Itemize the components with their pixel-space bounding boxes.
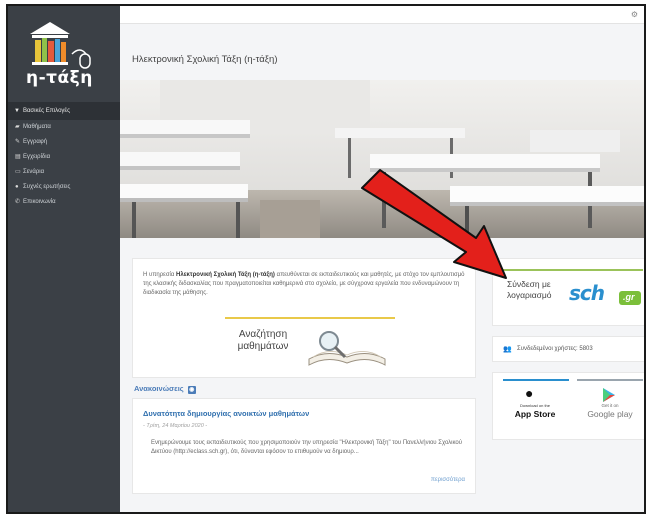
graduation-cap-icon: ▰ [15, 124, 20, 130]
intro-text-prefix: Η υπηρεσία [143, 272, 177, 278]
page-title: Ηλεκτρονική Σχολική Τάξη (η-τάξη) [132, 54, 278, 65]
announcements-heading: Ανακοινώσεις ◉ [134, 384, 196, 394]
announcement-card: Δυνατότητα δημιουργίας ανοικτών μαθημάτω… [132, 398, 476, 494]
users-icon: 👥 [503, 346, 512, 353]
announcement-body: Ενημερώνουμε τους εκπαιδευτικούς που χρη… [151, 440, 463, 455]
question-icon: ● [15, 184, 19, 190]
annotation-arrow-icon [361, 169, 507, 279]
announcement-date: - Τρίτη, 24 Μαρτίου 2020 - [143, 423, 208, 429]
sidebar-item-register[interactable]: ✎ Εγγραφή [8, 135, 120, 150]
phone-icon: ✆ [15, 199, 21, 205]
google-play-link[interactable]: Google play [581, 409, 639, 419]
sch-gr-logo: .gr [619, 291, 641, 305]
app-stores-card: ● Download on the App Store Get it on Go… [492, 372, 644, 440]
book-magnifier-icon [308, 331, 386, 366]
sidebar-header-label: Βασικές Επιλογές [22, 108, 70, 114]
online-users-count: Συνδεδεμένοι χρήστες: 5803 [517, 346, 593, 352]
sidebar-item-label: Επικοινωνία [23, 199, 56, 205]
app-store-divider [503, 379, 569, 381]
sch-gr-text: .gr [623, 292, 635, 302]
card-icon: ▭ [15, 169, 21, 175]
sidebar-item-scenarios[interactable]: ▭ Σενάρια [8, 165, 120, 180]
logo[interactable]: η-τάξη [8, 6, 120, 102]
course-search-banner[interactable]: Αναζήτηση μαθημάτων [225, 317, 395, 373]
read-more-link[interactable]: περισσότερα [431, 477, 465, 483]
sidebar-item-courses[interactable]: ▰ Μαθήματα [8, 120, 120, 135]
announcement-title[interactable]: Δυνατότητα δημιουργίας ανοικτών μαθημάτω… [143, 409, 309, 418]
sidebar-item-contact[interactable]: ✆ Επικοινωνία [8, 195, 120, 210]
google-play-small-text[interactable]: Get it on [581, 403, 639, 408]
title-bar: Ηλεκτρονική Σχολική Τάξη (η-τάξη) [120, 24, 644, 80]
app-store-small-text[interactable]: Download on the [507, 403, 563, 408]
browser-frame: η-τάξη ▼ Βασικές Επιλογές ▰ Μαθήματα ✎ Εγγρ… [6, 4, 646, 514]
logo-books-icon [30, 22, 91, 69]
sidebar-header[interactable]: ▼ Βασικές Επιλογές [8, 102, 120, 120]
search-banner-label: Αναζήτηση μαθημάτων [237, 329, 289, 352]
sidebar-item-faq[interactable]: ● Συχνές ερωτήσεις [8, 180, 120, 195]
login-divider [503, 269, 643, 271]
google-play-icon[interactable] [601, 387, 617, 403]
intro-text-bold: Ηλεκτρονική Σχολική Τάξη (η-τάξη) [176, 272, 275, 278]
sidebar-item-label: Σενάρια [23, 169, 45, 175]
topbar: ⚙ [120, 6, 644, 24]
sch-login-card[interactable]: Σύνδεση με λογαριασμό sch .gr [492, 258, 644, 326]
rss-icon[interactable]: ◉ [187, 386, 196, 394]
manual-icon: ▤ [15, 154, 21, 160]
sidebar-item-label: Εγχειρίδια [23, 154, 51, 160]
app-store-link[interactable]: App Store [507, 409, 563, 419]
search-banner-divider [225, 317, 395, 319]
online-users-card: 👥 Συνδεδεμένοι χρήστες: 5803 [492, 336, 644, 362]
sidebar: η-τάξη ▼ Βασικές Επιλογές ▰ Μαθήματα ✎ Εγγρ… [8, 6, 120, 512]
sidebar-item-label: Εγγραφή [23, 139, 48, 145]
sidebar-item-label: Μαθήματα [23, 124, 51, 130]
sidebar-item-manuals[interactable]: ▤ Εγχειρίδια [8, 150, 120, 165]
google-play-divider [577, 379, 643, 381]
logo-text: η-τάξη [26, 68, 93, 88]
login-label: Σύνδεση με λογαριασμό [507, 279, 552, 300]
sch-logo: sch [569, 281, 605, 305]
edit-icon: ✎ [15, 139, 21, 145]
sidebar-item-label: Συχνές ερωτήσεις [23, 184, 71, 190]
chevron-down-icon: ▼ [14, 108, 20, 114]
announcements-heading-text: Ανακοινώσεις [134, 384, 184, 393]
apple-icon[interactable]: ● [525, 385, 533, 401]
gear-icon[interactable]: ⚙ [631, 10, 638, 19]
